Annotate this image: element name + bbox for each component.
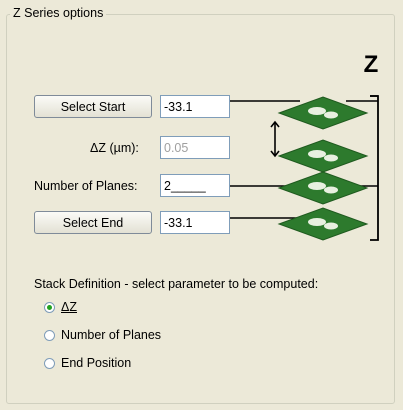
image-plane (277, 96, 369, 130)
radio-delta-z[interactable]: ΔZ (44, 300, 77, 314)
radio-button[interactable] (44, 329, 55, 341)
num-planes-label: Number of Planes: (34, 179, 138, 193)
radio-number-of-planes-label: Number of Planes (61, 328, 162, 342)
z-axis-label: Z (364, 51, 379, 78)
image-plane (277, 139, 369, 173)
num-planes-field[interactable] (160, 174, 230, 197)
delta-z-label: ΔZ (µm): (90, 141, 139, 155)
start-value-field[interactable] (160, 95, 230, 118)
select-end-button[interactable]: Select End (34, 211, 152, 234)
radio-end-position[interactable]: End Position (44, 356, 131, 370)
radio-button[interactable] (44, 357, 55, 369)
radio-button[interactable] (44, 301, 55, 313)
z-range-bracket (370, 95, 379, 241)
image-plane (277, 171, 369, 205)
radio-delta-z-label: ΔZ (61, 300, 77, 314)
select-start-button[interactable]: Select Start (34, 95, 152, 118)
image-plane (277, 207, 369, 241)
end-value-field[interactable] (160, 211, 230, 234)
z-stack-diagram: Z (230, 51, 379, 241)
delta-z-field (160, 136, 230, 159)
radio-number-of-planes[interactable]: Number of Planes (44, 328, 161, 342)
delta-z-arrow (270, 120, 280, 158)
stack-definition-heading: Stack Definition - select parameter to b… (34, 277, 319, 291)
radio-end-position-label: End Position (61, 356, 132, 370)
